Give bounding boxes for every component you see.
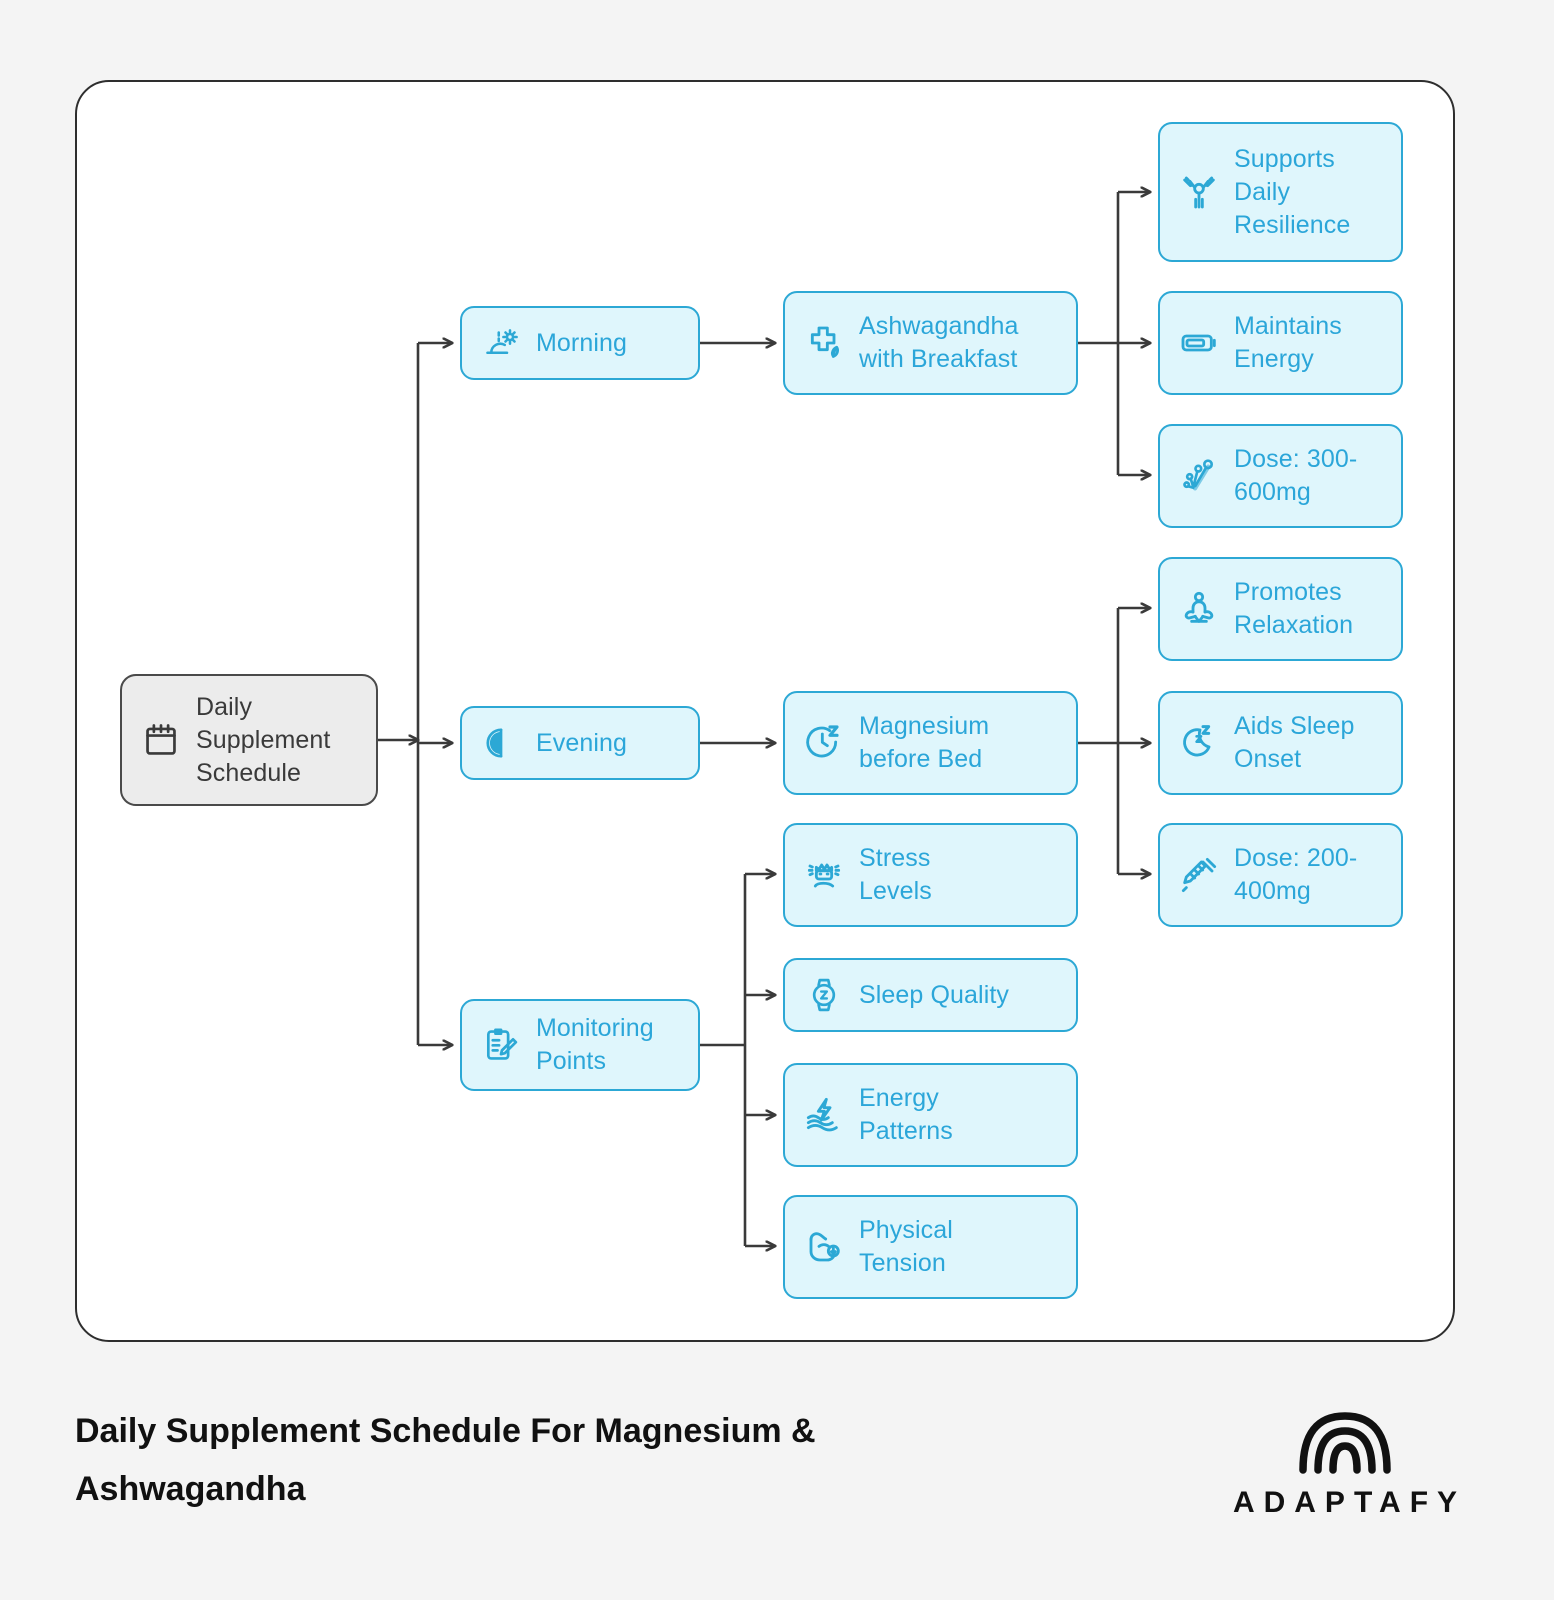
node-dose-300-600mg[interactable]: Dose: 300- 600mg	[1158, 424, 1403, 528]
node-magnesium-before-bed[interactable]: Magnesium before Bed	[783, 691, 1078, 795]
node-label: Morning	[536, 328, 628, 357]
node-label: Dose: 200- 400mg	[1234, 844, 1358, 905]
node-ashwagandha-with-breakfast[interactable]: Ashwagandha with Breakfast	[783, 291, 1078, 395]
node-label: Promotes Relaxation	[1234, 578, 1354, 639]
weightlifter-icon	[1178, 171, 1220, 213]
node-label: Monitoring Points	[536, 1014, 654, 1075]
node-label: Aids Sleep Onset	[1234, 712, 1355, 773]
node-label: Supports Daily Resilience	[1234, 144, 1351, 239]
meditation-icon	[1178, 588, 1220, 630]
sunrise-icon	[480, 322, 522, 364]
node-stress-levels[interactable]: Stress Levels	[783, 823, 1078, 927]
node-label: Energy Patterns	[859, 1084, 953, 1145]
page-title: Daily Supplement Schedule For Magnesium …	[75, 1412, 816, 1508]
brand-name: ADAPTAFY	[1232, 1486, 1467, 1519]
node-label: Sleep Quality	[859, 980, 1009, 1009]
node-label: Physical Tension	[859, 1216, 953, 1277]
node-daily-supplement-schedule[interactable]: Daily Supplement Schedule	[120, 674, 378, 806]
smartwatch-icon	[803, 974, 845, 1016]
node-label: Stress Levels	[859, 844, 932, 905]
node-maintains-energy[interactable]: Maintains Energy	[1158, 291, 1403, 395]
medical-cross-leaf-icon	[803, 322, 845, 364]
molecule-icon	[1178, 455, 1220, 497]
node-supports-daily-resilience[interactable]: Supports Daily Resilience	[1158, 122, 1403, 262]
flexed-arm-icon	[803, 1226, 845, 1268]
brand-logo: ADAPTAFY	[1210, 1400, 1480, 1520]
node-evening[interactable]: Evening	[460, 706, 700, 780]
clipboard-pencil-icon	[480, 1024, 522, 1066]
node-promotes-relaxation[interactable]: Promotes Relaxation	[1158, 557, 1403, 661]
node-aids-sleep-onset[interactable]: Aids Sleep Onset	[1158, 691, 1403, 795]
clock-sleep-icon	[803, 722, 845, 764]
syringe-icon	[1178, 854, 1220, 896]
node-monitoring-points[interactable]: Monitoring Points	[460, 999, 700, 1091]
moon-zzz-icon	[1178, 722, 1220, 764]
node-label: Dose: 300- 600mg	[1234, 445, 1358, 506]
energy-waves-icon	[803, 1094, 845, 1136]
node-sleep-quality[interactable]: Sleep Quality	[783, 958, 1078, 1032]
node-dose-200-400mg[interactable]: Dose: 200- 400mg	[1158, 823, 1403, 927]
calendar-icon	[140, 719, 182, 761]
node-label: Magnesium before Bed	[859, 712, 990, 773]
adaptafy-arch-logo	[1299, 1412, 1391, 1474]
node-label: Evening	[536, 728, 628, 757]
stressed-face-icon	[803, 854, 845, 896]
node-label: Daily Supplement Schedule	[196, 692, 331, 787]
node-morning[interactable]: Morning	[460, 306, 700, 380]
node-physical-tension[interactable]: Physical Tension	[783, 1195, 1078, 1299]
half-moon-icon	[480, 722, 522, 764]
node-label: Maintains Energy	[1234, 312, 1342, 373]
node-energy-patterns[interactable]: Energy Patterns	[783, 1063, 1078, 1167]
battery-icon	[1178, 322, 1220, 364]
node-label: Ashwagandha with Breakfast	[859, 312, 1019, 373]
